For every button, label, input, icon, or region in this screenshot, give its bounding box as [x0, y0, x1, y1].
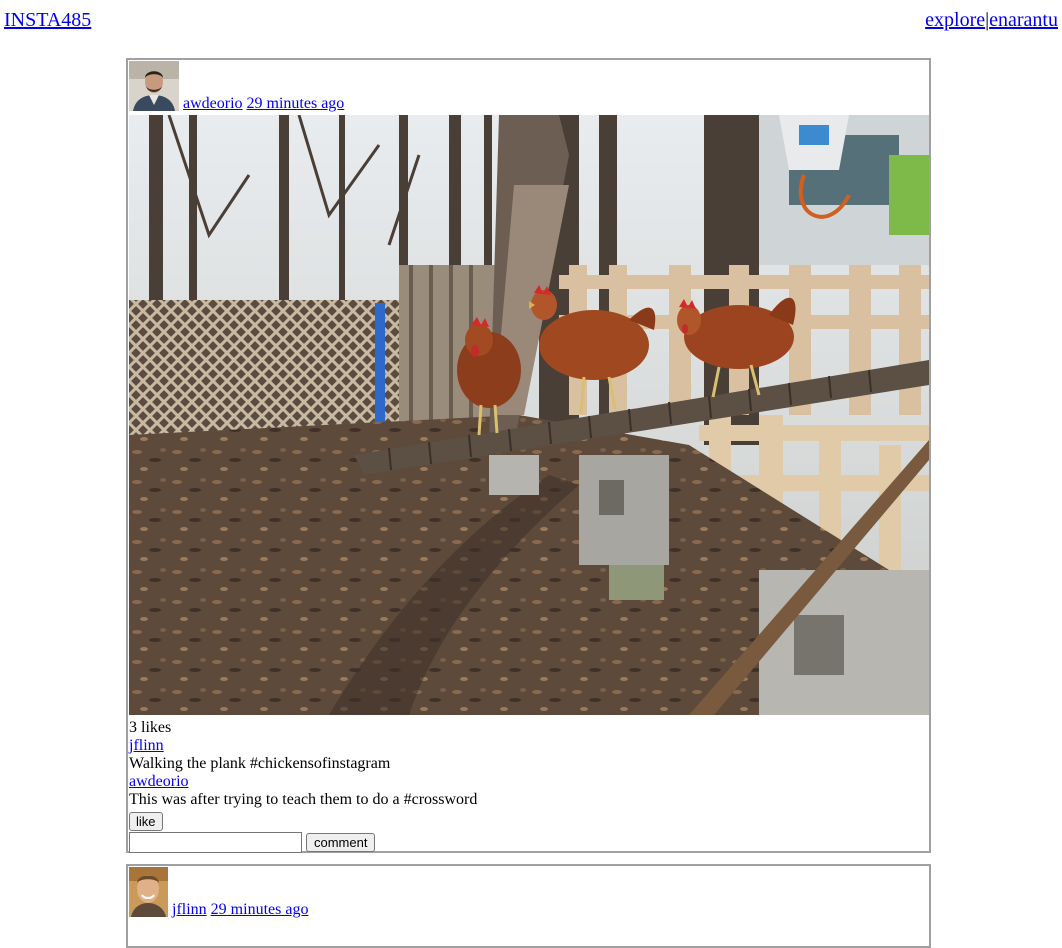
post-header: awdeorio 29 minutes ago	[128, 60, 929, 115]
comment-form: comment	[129, 832, 919, 853]
post-card: awdeorio 29 minutes ago 3 likes jflinn W…	[126, 58, 931, 853]
owner-link[interactable]: jflinn	[172, 901, 207, 918]
avatar-image	[129, 867, 168, 917]
like-button[interactable]: like	[129, 812, 163, 831]
comment-text: Walking the plank #chickensofinstagram	[129, 755, 391, 772]
comment-submit-button[interactable]: comment	[306, 833, 376, 852]
avatar-image	[129, 61, 179, 111]
owner-avatar[interactable]	[129, 61, 179, 111]
post-meta: awdeorio 29 minutes ago	[183, 95, 344, 113]
post-image	[129, 115, 929, 715]
user-profile-link[interactable]: enarantu	[989, 9, 1058, 31]
top-nav: explore|enarantu	[925, 8, 1058, 32]
explore-link[interactable]: explore	[925, 9, 985, 31]
post-card: jflinn 29 minutes ago	[126, 864, 931, 948]
owner-link[interactable]: awdeorio	[183, 95, 243, 112]
likes-count: 3 likes	[129, 719, 172, 736]
timestamp-link[interactable]: 29 minutes ago	[211, 901, 309, 918]
post-photo	[129, 115, 929, 715]
timestamp-link[interactable]: 29 minutes ago	[247, 95, 345, 112]
comment-owner-link[interactable]: jflinn	[129, 737, 919, 755]
post-meta: jflinn 29 minutes ago	[172, 901, 308, 919]
comment-input[interactable]	[129, 832, 302, 853]
brand-link[interactable]: INSTA485	[4, 8, 91, 32]
comment-text: This was after trying to teach them to d…	[129, 791, 478, 808]
top-bar: INSTA485 explore|enarantu	[4, 8, 1058, 32]
post-body: 3 likes jflinn Walking the plank #chicke…	[129, 719, 919, 853]
owner-avatar[interactable]	[129, 867, 168, 917]
comment-owner-link[interactable]: awdeorio	[129, 773, 919, 791]
post-header: jflinn 29 minutes ago	[128, 866, 929, 921]
